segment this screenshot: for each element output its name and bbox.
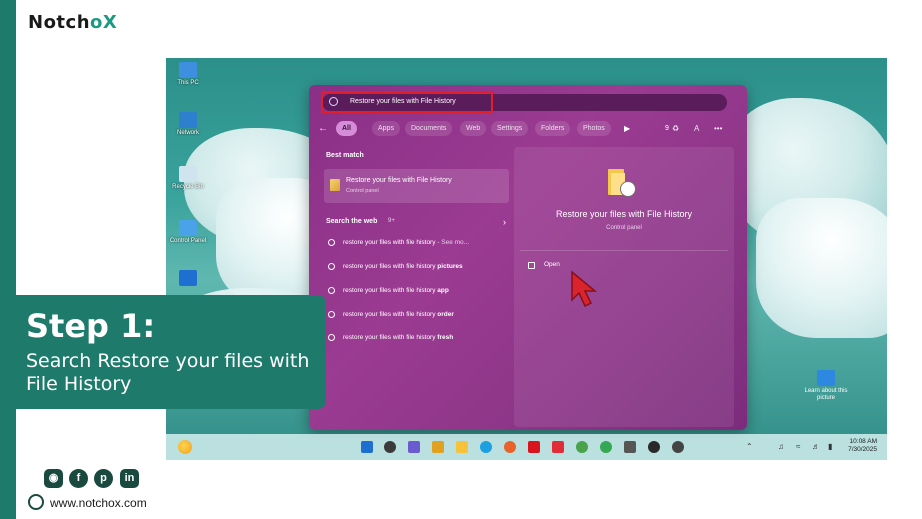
netflix-icon[interactable]: [528, 441, 540, 453]
results-list: Best match Restore your files with File …: [321, 147, 513, 417]
web-result-item[interactable]: restore your files with file history ord…: [325, 308, 507, 324]
desktop-icon-recycle-bin[interactable]: Recycle Bin: [166, 166, 210, 191]
network-icon: [179, 112, 197, 128]
recycle-bin-icon: [179, 166, 197, 182]
instagram-icon[interactable]: ◉: [44, 469, 63, 488]
preview-title: Restore your files with File History: [555, 209, 693, 219]
preview-subtitle: Control panel: [606, 225, 642, 231]
result-preview-pane: Restore your files with File History Con…: [514, 147, 734, 427]
best-match-heading: Best match: [326, 152, 364, 159]
open-external-icon: [528, 262, 535, 269]
start-icon[interactable]: [361, 441, 373, 453]
desktop-icon-this-pc[interactable]: This PC: [166, 62, 210, 87]
web-result-item[interactable]: restore your files with file history pic…: [325, 260, 507, 276]
facebook-icon[interactable]: f: [69, 469, 88, 488]
linkedin-icon[interactable]: in: [120, 469, 139, 488]
file-explorer-icon[interactable]: [432, 441, 444, 453]
control-panel-icon: [179, 220, 197, 236]
store-icon: [179, 270, 197, 286]
tab-web[interactable]: Web: [460, 121, 487, 136]
tab-photos[interactable]: Photos: [577, 121, 611, 136]
desktop-icon-store[interactable]: [166, 270, 210, 288]
rewards-icon[interactable]: ♻: [672, 121, 679, 136]
app-icon[interactable]: [552, 441, 564, 453]
divider: [520, 250, 728, 251]
file-history-icon: [330, 179, 340, 191]
search-icon: [328, 334, 335, 341]
search-highlight-box: [321, 91, 493, 113]
folder-icon[interactable]: [456, 441, 468, 453]
taskbar: ⌃ ♫ ≈ ♬ ▮ 10:08 AM 7/30/2025: [166, 434, 887, 460]
picture-icon: [817, 370, 835, 386]
computer-icon: [179, 62, 197, 78]
more-tabs-arrow-icon[interactable]: ▶: [624, 121, 630, 136]
filter-tabs: All Apps Documents Web Settings Folders …: [321, 121, 731, 137]
chrome-icon[interactable]: [576, 441, 588, 453]
desktop-icon-network[interactable]: Network: [166, 112, 210, 137]
search-icon[interactable]: [384, 441, 396, 453]
profile-initial[interactable]: A: [694, 121, 699, 136]
chevron-right-icon: ›: [503, 217, 506, 227]
left-accent-bar: [0, 0, 16, 519]
desktop-icon-control-panel[interactable]: Control Panel: [166, 220, 210, 245]
web-result-item[interactable]: restore your files with file history - S…: [325, 236, 507, 252]
pinterest-icon[interactable]: p: [94, 469, 113, 488]
tab-documents[interactable]: Documents: [405, 121, 453, 136]
chatgpt-icon[interactable]: [672, 441, 684, 453]
edge-icon[interactable]: [480, 441, 492, 453]
step-description: Search Restore your files with File Hist…: [26, 350, 310, 395]
step-card: Step 1: Search Restore your files with F…: [16, 295, 326, 409]
web-result-item[interactable]: restore your files with file history app: [325, 284, 507, 300]
tab-settings[interactable]: Settings: [491, 121, 529, 136]
search-web-heading[interactable]: Search the web 9+ ›: [326, 217, 506, 230]
wifi-icon[interactable]: ≈: [796, 442, 800, 451]
battery-icon[interactable]: ▮: [828, 442, 832, 451]
chevron-up-icon[interactable]: ⌃: [746, 442, 753, 451]
more-options-icon[interactable]: •••: [714, 121, 722, 136]
search-icon: [328, 239, 335, 246]
search-icon: [328, 311, 335, 318]
weather-icon[interactable]: [178, 440, 192, 454]
cursor-pointer-icon: [571, 270, 598, 308]
app-icon[interactable]: [624, 441, 636, 453]
brand-logo: NotchoX: [28, 12, 118, 33]
tab-apps[interactable]: Apps: [372, 121, 400, 136]
chrome-profile-icon[interactable]: [600, 441, 612, 453]
copilot-icon[interactable]: [408, 441, 420, 453]
start-search-panel: Restore your files with File History ← A…: [309, 85, 747, 430]
globe-icon: [28, 494, 44, 510]
firefox-icon[interactable]: [504, 441, 516, 453]
best-match-item[interactable]: Restore your files with File History Con…: [324, 169, 509, 203]
learn-about-picture[interactable]: Learn about this picture: [804, 370, 848, 402]
rewards-count: 9: [665, 125, 669, 132]
step-title: Step 1:: [26, 307, 156, 345]
search-icon: [328, 263, 335, 270]
microphone-icon[interactable]: ♫: [778, 442, 784, 451]
file-history-icon: [608, 165, 636, 199]
clock[interactable]: 10:08 AM 7/30/2025: [848, 438, 877, 454]
settings-icon[interactable]: [648, 441, 660, 453]
search-icon: [328, 287, 335, 294]
tab-folders[interactable]: Folders: [535, 121, 571, 136]
tab-all[interactable]: All: [336, 121, 357, 136]
web-result-item[interactable]: restore your files with file history fre…: [325, 331, 507, 347]
volume-icon[interactable]: ♬: [812, 442, 820, 451]
